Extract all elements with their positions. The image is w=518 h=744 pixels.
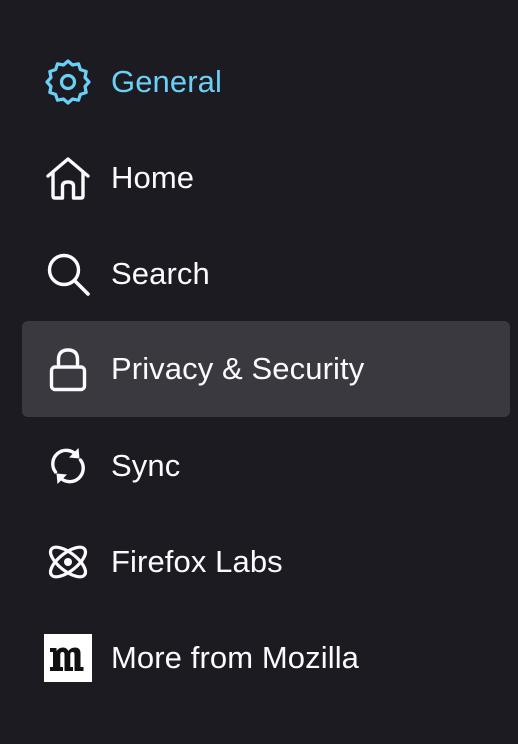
- sidebar-item-more-from-mozilla[interactable]: More from Mozilla: [22, 610, 510, 706]
- mozilla-logo-icon: [44, 634, 92, 682]
- sidebar-item-label: Privacy & Security: [111, 351, 365, 386]
- sidebar-item-privacy-security[interactable]: Privacy & Security: [22, 321, 510, 417]
- sidebar-item-label: More from Mozilla: [111, 640, 360, 675]
- gear-icon: [44, 58, 92, 106]
- lock-icon: [44, 345, 92, 393]
- sidebar-item-label: Sync: [111, 448, 181, 483]
- sync-icon: [44, 442, 92, 490]
- sidebar-item-general[interactable]: General: [22, 34, 510, 130]
- sidebar-item-label: Home: [111, 160, 195, 195]
- sidebar-item-label: Search: [111, 256, 210, 291]
- sidebar-item-label: Firefox Labs: [111, 544, 283, 579]
- search-icon: [44, 250, 92, 298]
- sidebar-item-firefox-labs[interactable]: Firefox Labs: [22, 514, 510, 610]
- sidebar-item-search[interactable]: Search: [22, 226, 510, 322]
- home-icon: [44, 154, 92, 202]
- atom-icon: [44, 538, 92, 586]
- settings-sidebar: General Home Search Privacy & Security S…: [0, 0, 518, 744]
- sidebar-item-home[interactable]: Home: [22, 130, 510, 226]
- sidebar-item-sync[interactable]: Sync: [22, 418, 510, 514]
- sidebar-item-label: General: [111, 64, 222, 99]
